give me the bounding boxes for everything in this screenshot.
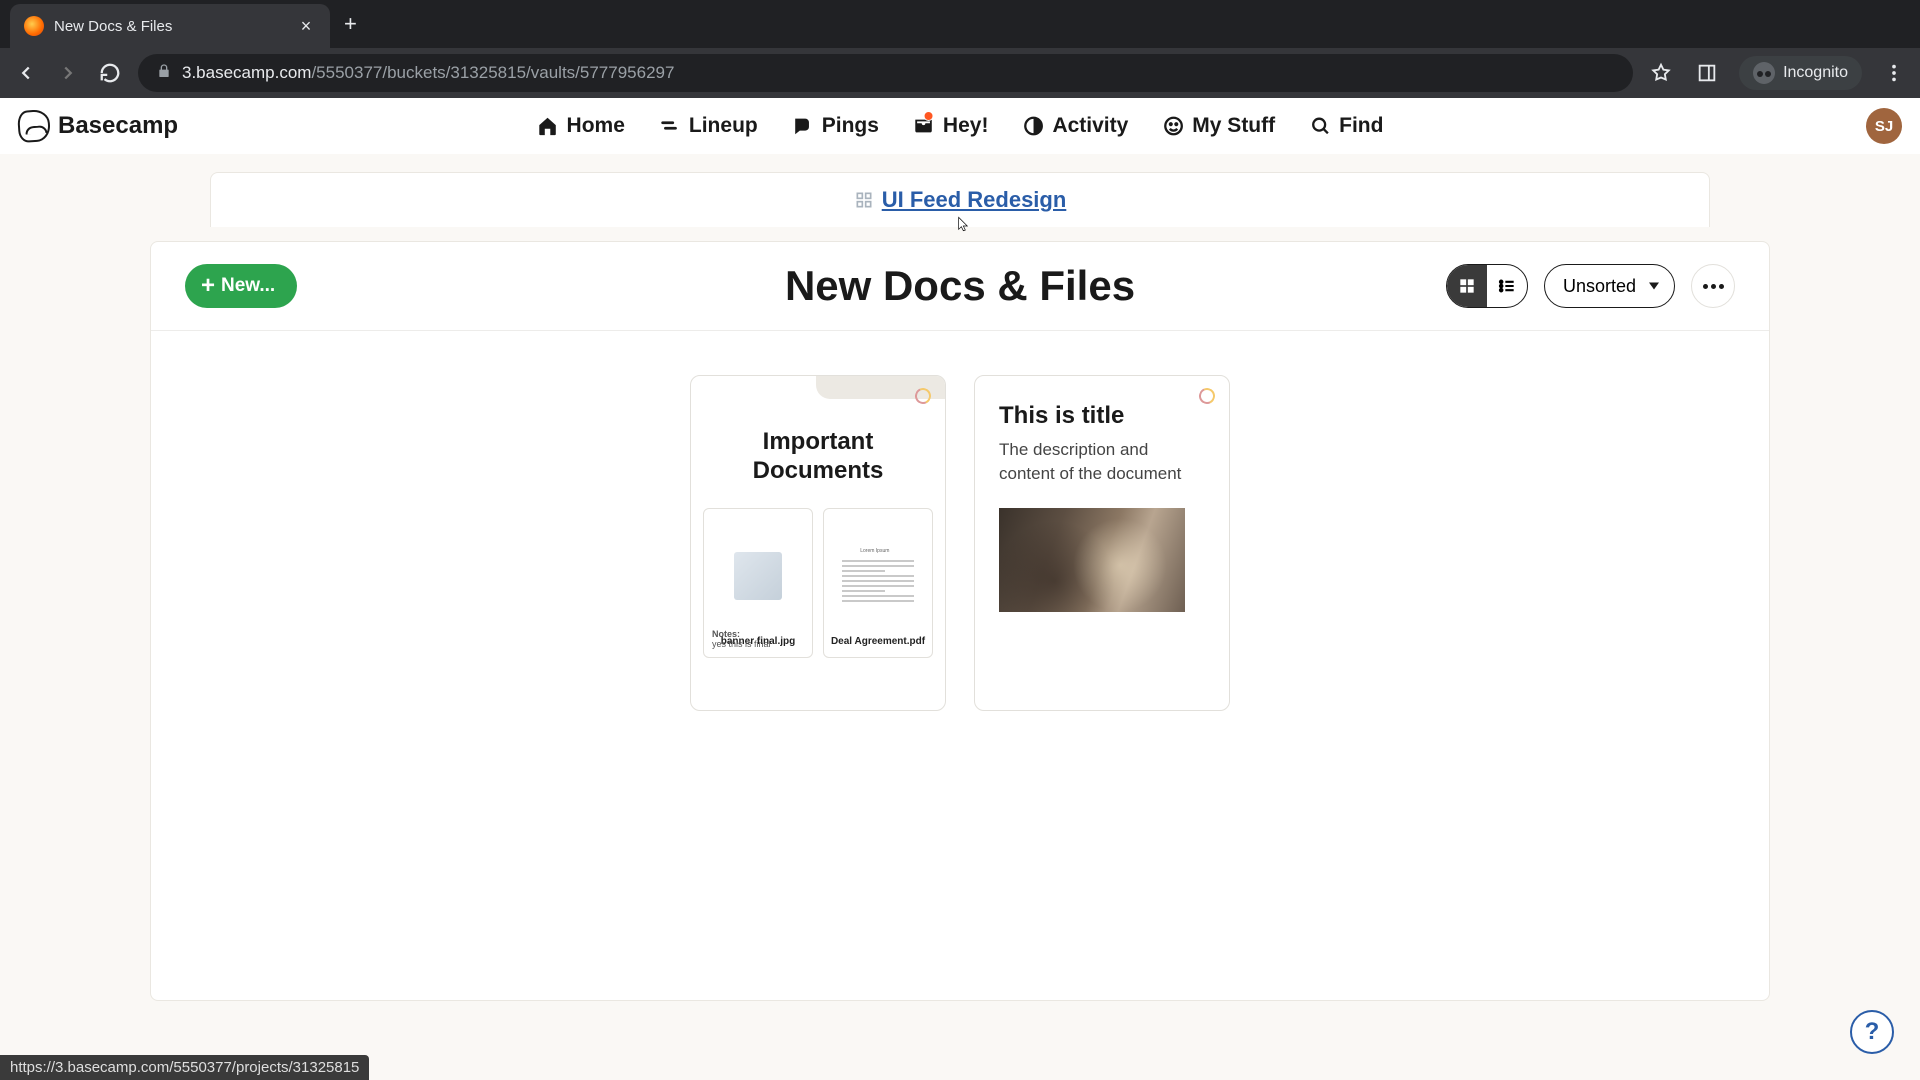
plus-icon: + [201, 274, 215, 298]
view-toggle [1446, 264, 1528, 308]
new-tab-button[interactable]: + [344, 11, 357, 37]
browser-chrome: New Docs & Files × + 3.basecamp.com/5550… [0, 0, 1920, 98]
sort-value: Unsorted [1563, 276, 1636, 297]
home-icon [537, 115, 559, 137]
header-actions: Unsorted [1446, 264, 1735, 308]
lock-icon [156, 63, 172, 84]
nav-find[interactable]: Find [1309, 114, 1383, 138]
tab-bar: New Docs & Files × + [0, 0, 1920, 48]
url-bar[interactable]: 3.basecamp.com/5550377/buckets/31325815/… [138, 54, 1633, 92]
nav-label: Find [1339, 114, 1383, 138]
face-icon [1162, 115, 1184, 137]
grid-icon [854, 190, 874, 210]
url-text: 3.basecamp.com/5550377/buckets/31325815/… [182, 63, 674, 83]
breadcrumb-label: UI Feed Redesign [882, 187, 1067, 213]
file-notes: Notes: yes this is final [712, 629, 771, 649]
doc-preview-icon: Lorem Ipsum [830, 517, 926, 637]
favicon-icon [24, 16, 44, 36]
back-button[interactable] [12, 59, 40, 87]
nav-label: Activity [1052, 114, 1128, 138]
activity-icon [1022, 115, 1044, 137]
more-menu-button[interactable] [1691, 264, 1735, 308]
page-panel: + New... New Docs & Files Unsorted [150, 241, 1770, 1001]
tab-title: New Docs & Files [54, 18, 286, 35]
bookmark-icon[interactable] [1647, 59, 1675, 87]
dot-icon [1703, 284, 1708, 289]
browser-tab[interactable]: New Docs & Files × [10, 4, 330, 48]
app-header: Basecamp Home Lineup Pings Hey! A [0, 98, 1920, 154]
folder-contents: banner final.jpg Notes: yes this is fina… [691, 486, 945, 658]
document-image-preview [999, 508, 1185, 612]
image-preview-icon [710, 517, 806, 637]
nav-label: Hey! [943, 114, 989, 138]
nav-lineup[interactable]: Lineup [659, 114, 758, 138]
window-controls [1822, 15, 1920, 33]
file-name: Deal Agreement.pdf [831, 636, 925, 649]
close-tab-icon[interactable]: × [296, 16, 316, 37]
logo-text: Basecamp [58, 112, 178, 140]
document-title: This is title [975, 376, 1229, 438]
avatar[interactable]: SJ [1866, 108, 1902, 144]
list-view-icon [1497, 276, 1517, 296]
new-button[interactable]: + New... [185, 264, 297, 308]
help-button[interactable]: ? [1850, 1010, 1894, 1054]
nav-activity[interactable]: Activity [1022, 114, 1128, 138]
app-viewport: Basecamp Home Lineup Pings Hey! A [0, 98, 1920, 1080]
nav-label: Pings [822, 114, 879, 138]
document-description: The description and content of the docum… [975, 438, 1229, 486]
nav-pings[interactable]: Pings [792, 114, 879, 138]
folder-card[interactable]: Important Documents banner final.jpg Not… [690, 375, 946, 711]
main-nav: Home Lineup Pings Hey! Activity My S [537, 114, 1384, 138]
nav-mystuff[interactable]: My Stuff [1162, 114, 1275, 138]
status-bar: https://3.basecamp.com/5550377/projects/… [0, 1055, 369, 1080]
kebab-menu-icon[interactable] [1880, 59, 1908, 87]
loader-icon [913, 386, 934, 407]
dot-icon [1711, 284, 1716, 289]
lineup-icon [659, 115, 681, 137]
incognito-icon [1753, 62, 1775, 84]
panel-header: + New... New Docs & Files Unsorted [151, 242, 1769, 331]
nav-label: Home [567, 114, 625, 138]
incognito-badge[interactable]: Incognito [1739, 56, 1862, 90]
sort-select-wrap: Unsorted [1544, 264, 1675, 308]
nav-label: Lineup [689, 114, 758, 138]
forward-button[interactable] [54, 59, 82, 87]
search-icon [1309, 115, 1331, 137]
new-button-label: New... [221, 275, 275, 297]
breadcrumb-link[interactable]: UI Feed Redesign [854, 187, 1067, 213]
page-title: New Docs & Files [785, 262, 1135, 310]
doc-heading: Lorem Ipsum [860, 548, 896, 554]
nav-hey[interactable]: Hey! [913, 114, 989, 138]
nav-label: My Stuff [1192, 114, 1275, 138]
list-view-button[interactable] [1487, 265, 1527, 307]
incognito-label: Incognito [1783, 64, 1848, 82]
file-thumbnail[interactable]: banner final.jpg Notes: yes this is fina… [703, 508, 813, 658]
document-card[interactable]: This is title The description and conten… [974, 375, 1230, 711]
panel-icon[interactable] [1693, 59, 1721, 87]
grid-view-icon [1457, 276, 1477, 296]
address-bar: 3.basecamp.com/5550377/buckets/31325815/… [0, 48, 1920, 98]
basecamp-logo[interactable]: Basecamp [18, 110, 178, 142]
sort-select[interactable]: Unsorted [1544, 264, 1675, 308]
file-thumbnail[interactable]: Lorem Ipsum Deal Agreement.pdf [823, 508, 933, 658]
dot-icon [1719, 284, 1724, 289]
nav-home[interactable]: Home [537, 114, 625, 138]
pings-icon [792, 115, 814, 137]
reload-button[interactable] [96, 59, 124, 87]
cards-area: Important Documents banner final.jpg Not… [151, 331, 1769, 755]
logo-mark-icon [17, 109, 51, 143]
grid-view-button[interactable] [1447, 265, 1487, 307]
folder-title: Important Documents [691, 428, 945, 486]
cursor-icon [956, 216, 972, 237]
